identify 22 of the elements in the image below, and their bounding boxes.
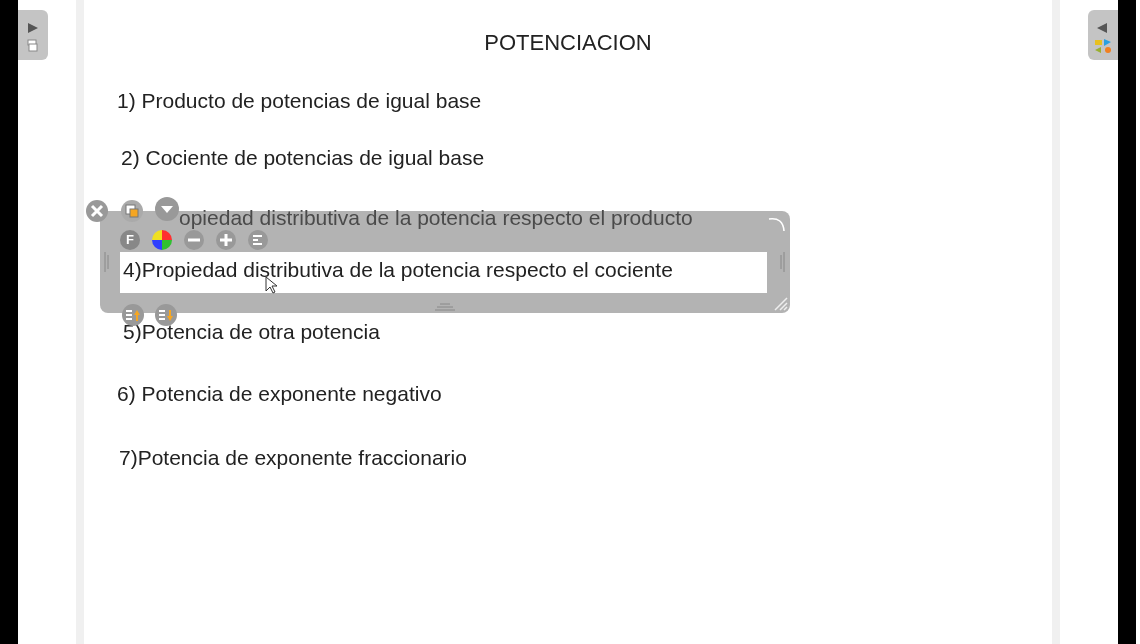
minus-icon[interactable] — [184, 230, 204, 250]
plus-icon[interactable] — [216, 230, 236, 250]
side-tab[interactable] — [1088, 10, 1118, 60]
rotate-icon[interactable] — [768, 215, 786, 233]
list-item: 2) Cociente de potencias de igual base — [121, 146, 485, 170]
list-item: 6) Potencia de exponente negativo — [117, 382, 442, 406]
move-down-icon[interactable] — [155, 304, 177, 326]
list-item: 7)Potencia de exponente fraccionario — [119, 446, 467, 470]
align-icon[interactable] — [248, 230, 268, 250]
color-wheel-icon[interactable] — [152, 230, 172, 250]
list-item: 5)Potencia de otra potencia — [123, 320, 380, 344]
list-item: 1) Producto de potencias de igual base — [117, 89, 482, 113]
copy-icon[interactable] — [121, 200, 143, 222]
page-title: POTENCIACION — [483, 30, 653, 56]
move-up-icon[interactable] — [122, 304, 144, 326]
list-item: opiedad distributiva de la potencia respecto el producto — [179, 206, 693, 230]
dropdown-icon[interactable] — [155, 197, 179, 221]
side-tab[interactable] — [18, 10, 48, 60]
close-icon[interactable] — [86, 200, 108, 222]
resize-corner-icon[interactable] — [774, 297, 788, 311]
text-field[interactable]: 4)Propiedad distributiva de la potencia respecto el cociente — [120, 252, 767, 293]
cursor-icon — [265, 276, 277, 294]
